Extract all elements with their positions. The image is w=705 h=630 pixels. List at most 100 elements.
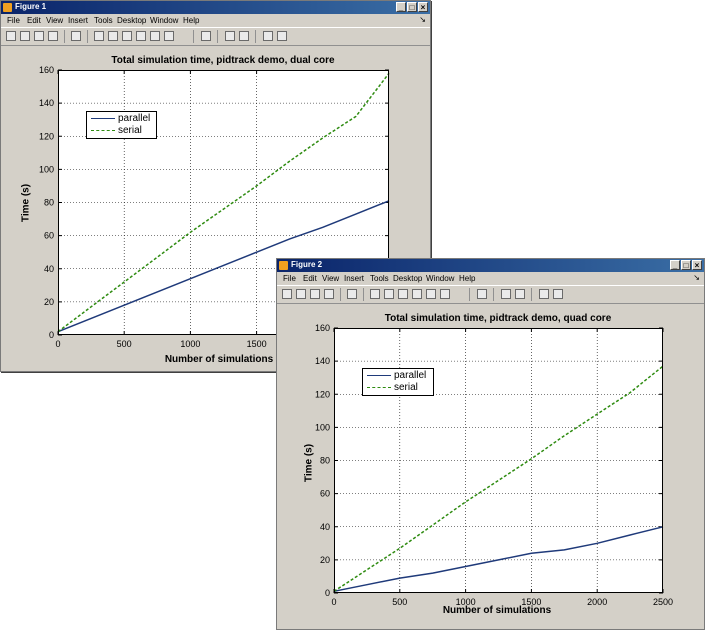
open-file-icon[interactable] (296, 289, 306, 299)
y-tick-label: 100 (39, 164, 54, 174)
zoom-in-icon[interactable] (94, 31, 104, 41)
legend-entry-serial: serial (363, 382, 433, 394)
data-cursor-icon[interactable] (150, 31, 160, 41)
figure-1-toolbar (1, 27, 430, 46)
y-tick-label: 20 (44, 297, 54, 307)
matlab-icon (279, 261, 288, 270)
link-plot-icon[interactable] (201, 31, 211, 41)
menu-tools[interactable]: Tools (94, 16, 113, 25)
y-tick-label: 120 (39, 131, 54, 141)
zoom-in-icon[interactable] (370, 289, 380, 299)
hide-plot-tools-icon[interactable] (263, 31, 273, 41)
menu-tools[interactable]: Tools (370, 274, 389, 283)
menu-help[interactable]: Help (183, 16, 199, 25)
series-line-parallel (333, 526, 664, 593)
show-plot-tools-icon[interactable] (553, 289, 563, 299)
toolbar-separator (363, 288, 364, 301)
chart-2-ylabel: Time (s) (303, 443, 315, 483)
save-icon[interactable] (310, 289, 320, 299)
y-tick-label: 120 (315, 389, 330, 399)
brush-icon[interactable] (440, 289, 450, 299)
new-figure-icon[interactable] (282, 289, 292, 299)
toolbar-separator (255, 30, 256, 43)
menu-file[interactable]: File (283, 274, 296, 283)
print-icon[interactable] (324, 289, 334, 299)
menu-edit[interactable]: Edit (303, 274, 317, 283)
y-tick-label: 40 (44, 264, 54, 274)
menu-file[interactable]: File (7, 16, 20, 25)
y-tick-label: 100 (315, 422, 330, 432)
link-plot-icon[interactable] (477, 289, 487, 299)
legend-icon[interactable] (239, 31, 249, 41)
dock-arrow-icon[interactable]: ↘ (419, 15, 426, 24)
maximize-button[interactable]: □ (407, 2, 417, 12)
open-file-icon[interactable] (20, 31, 30, 41)
edit-plot-icon[interactable] (71, 31, 81, 41)
legend-entry-serial: serial (87, 125, 156, 137)
figure-2-menubar: File Edit View Insert Tools Desktop Wind… (277, 272, 704, 285)
data-cursor-icon[interactable] (426, 289, 436, 299)
y-tick-label: 160 (39, 65, 54, 75)
close-button[interactable]: × (692, 260, 702, 270)
show-plot-tools-icon[interactable] (277, 31, 287, 41)
y-tick-label: 60 (44, 231, 54, 241)
chart-2-xlabel: Number of simulations (442, 605, 552, 616)
figure-1-titlebar[interactable]: Figure 1 _ □ × (1, 1, 430, 14)
matlab-icon (3, 3, 12, 12)
colorbar-icon[interactable] (225, 31, 235, 41)
y-tick-label: 0 (325, 588, 330, 598)
chart-2-legend[interactable]: parallel serial (362, 368, 434, 396)
rotate-icon[interactable] (412, 289, 422, 299)
chart-1-ylabel: Time (s) (20, 183, 32, 223)
toolbar-separator (340, 288, 341, 301)
zoom-out-icon[interactable] (108, 31, 118, 41)
zoom-out-icon[interactable] (384, 289, 394, 299)
y-tick-label: 140 (39, 98, 54, 108)
figure-2-toolbar (277, 285, 704, 304)
legend-label-serial: serial (394, 382, 418, 393)
y-tick-label: 0 (49, 330, 54, 340)
pan-icon[interactable] (122, 31, 132, 41)
rotate-icon[interactable] (136, 31, 146, 41)
brush-icon[interactable] (164, 31, 174, 41)
legend-line-parallel (91, 118, 115, 119)
menu-window[interactable]: Window (150, 16, 178, 25)
legend-entry-parallel: parallel (87, 113, 156, 125)
edit-plot-icon[interactable] (347, 289, 357, 299)
hide-plot-tools-icon[interactable] (539, 289, 549, 299)
menu-insert[interactable]: Insert (344, 274, 364, 283)
maximize-button[interactable]: □ (681, 260, 691, 270)
x-tick-label: 500 (392, 597, 407, 607)
series-line-serial (333, 365, 664, 592)
y-tick-label: 60 (320, 489, 330, 499)
menu-insert[interactable]: Insert (68, 16, 88, 25)
chart-1-xlabel: Number of simulations (164, 354, 274, 365)
menu-desktop[interactable]: Desktop (117, 16, 146, 25)
menu-view[interactable]: View (322, 274, 339, 283)
legend-entry-parallel: parallel (363, 370, 433, 382)
legend-label-parallel: parallel (118, 113, 151, 124)
new-figure-icon[interactable] (6, 31, 16, 41)
menu-window[interactable]: Window (426, 274, 454, 283)
minimize-button[interactable]: _ (670, 260, 680, 270)
x-tick-label: 1500 (247, 339, 267, 349)
toolbar-separator (64, 30, 65, 43)
chart-1-legend[interactable]: parallel serial (86, 111, 157, 139)
y-tick-label: 80 (44, 198, 54, 208)
save-icon[interactable] (34, 31, 44, 41)
close-button[interactable]: × (418, 2, 428, 12)
legend-label-parallel: parallel (394, 370, 427, 381)
menu-view[interactable]: View (46, 16, 63, 25)
figure-2-titlebar[interactable]: Figure 2 _ □ × (277, 259, 704, 272)
print-icon[interactable] (48, 31, 58, 41)
minimize-button[interactable]: _ (396, 2, 406, 12)
colorbar-icon[interactable] (501, 289, 511, 299)
legend-line-parallel (367, 375, 391, 376)
menu-help[interactable]: Help (459, 274, 475, 283)
toolbar-separator (193, 30, 194, 43)
menu-edit[interactable]: Edit (27, 16, 41, 25)
legend-icon[interactable] (515, 289, 525, 299)
dock-arrow-icon[interactable]: ↘ (693, 273, 700, 282)
pan-icon[interactable] (398, 289, 408, 299)
menu-desktop[interactable]: Desktop (393, 274, 422, 283)
